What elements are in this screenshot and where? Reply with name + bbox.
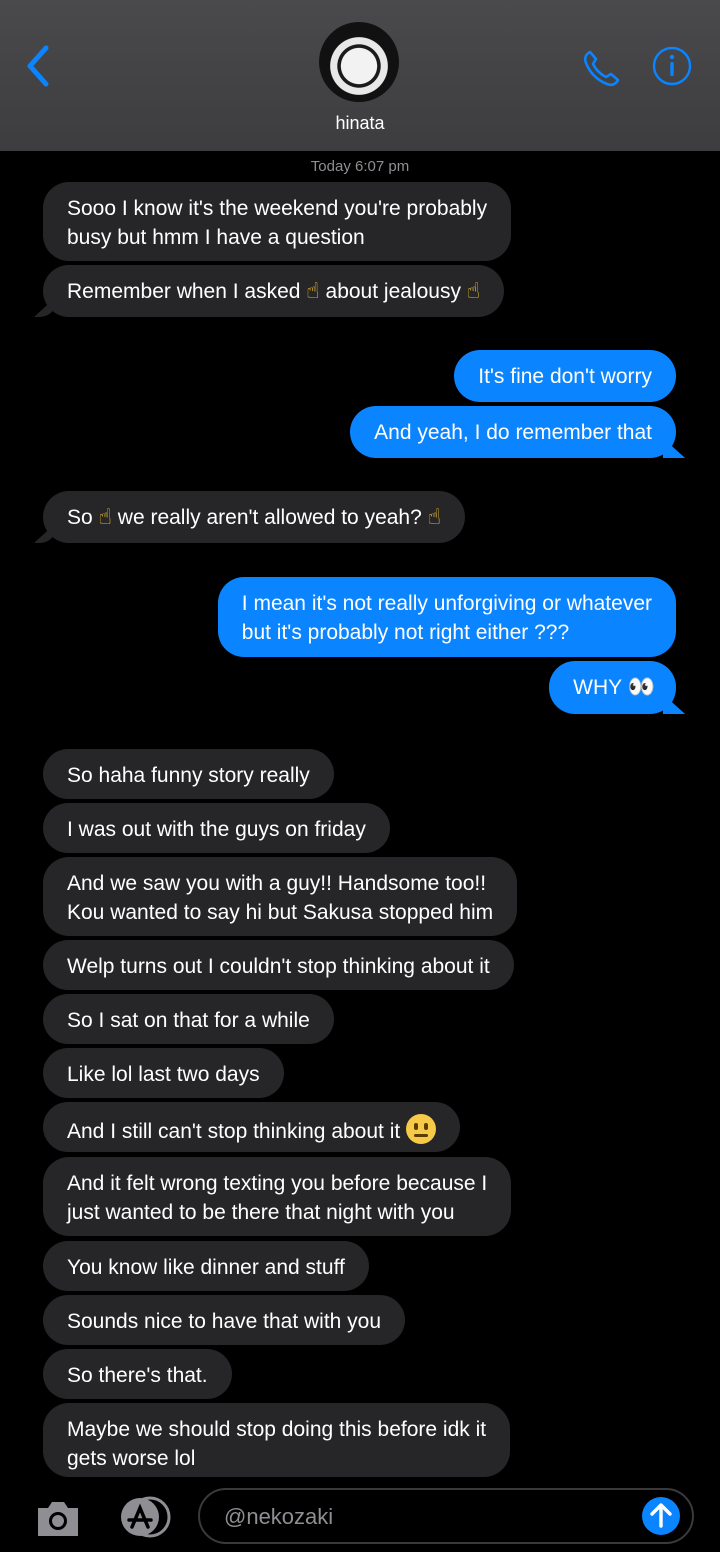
timestamp: Today 6:07 pm (310, 158, 410, 175)
message-text: Kou wanted to say hi but Sakusa stopped … (67, 901, 494, 924)
eyes-emoji: 👀 (627, 675, 655, 700)
send-arrow-icon[interactable] (642, 1497, 680, 1535)
incoming-message[interactable]: Sooo I know it's the weekend you're prob… (43, 182, 512, 261)
camera-icon[interactable] (34, 1498, 82, 1540)
message-text: gets worse lol (67, 1447, 196, 1470)
message-text: It's fine don't worry (478, 365, 652, 388)
pointing-up-emoji: ☝ (98, 505, 112, 530)
message-text: Like lol last two days (67, 1063, 260, 1086)
incoming-message[interactable]: So ☝ we really aren't allowed to yeah? ☝ (43, 491, 466, 543)
message-text: So I sat on that for a while (67, 1009, 310, 1032)
message-text: but it's probably not right either ??? (241, 621, 570, 644)
pointing-up-emoji: ☝ (306, 279, 320, 304)
incoming-message[interactable]: Maybe we should stop doing this before i… (43, 1403, 511, 1477)
message-text: And it felt wrong texting you before bec… (67, 1172, 488, 1195)
incoming-message[interactable]: I was out with the guys on friday (43, 803, 390, 853)
message-text: And we saw you with a guy!! Handsome too… (67, 872, 487, 895)
outgoing-message[interactable]: I mean it's not really unforgiving or wh… (217, 577, 676, 657)
incoming-message[interactable]: Welp turns out I couldn't stop thinking … (43, 940, 514, 990)
avatar[interactable] (319, 22, 399, 102)
message-input-text: @nekozaki (224, 1504, 334, 1529)
message-text: I was out with the guys on friday (67, 818, 366, 841)
message-text: And yeah, I do remember that (374, 421, 652, 444)
chat-header: hinata (0, 0, 720, 151)
incoming-message[interactable]: So there's that. (43, 1349, 232, 1399)
pointing-up-emoji: ☝ (466, 279, 481, 304)
neutral-face-emoji (406, 1114, 437, 1144)
message-text: busy but hmm I have a question (67, 226, 365, 249)
message-composer: @nekozaki (0, 1478, 720, 1552)
message-text: So (67, 506, 99, 529)
message-text: I mean it's not really unforgiving or wh… (241, 592, 652, 615)
incoming-message[interactable]: Sounds nice to have that with you (43, 1295, 406, 1345)
message-text: Sounds nice to have that with you (67, 1310, 382, 1333)
message-text: we really aren't allowed to yeah? (111, 506, 428, 529)
incoming-message[interactable]: So I sat on that for a while (43, 994, 334, 1044)
message-text: And I still can't stop thinking about it (67, 1120, 407, 1143)
outgoing-message[interactable]: WHY 👀 (549, 661, 676, 714)
phone-icon[interactable] (580, 46, 624, 90)
message-text: just wanted to be there that night with … (67, 1201, 455, 1224)
incoming-message[interactable]: And we saw you with a guy!! Handsome too… (43, 857, 518, 936)
message-text: WHY (573, 676, 628, 699)
message-text: So haha funny story really (67, 764, 310, 787)
message-text: You know like dinner and stuff (67, 1256, 345, 1279)
message-text: Remember when I asked (67, 280, 307, 303)
outgoing-message[interactable]: It's fine don't worry (454, 350, 676, 402)
incoming-message[interactable]: You know like dinner and stuff (43, 1241, 369, 1291)
message-text: So there's that. (67, 1364, 208, 1387)
message-text: about jealousy (319, 280, 467, 303)
message-text: Maybe we should stop doing this before i… (67, 1418, 487, 1441)
incoming-message[interactable]: And I still can't stop thinking about it (43, 1102, 461, 1152)
incoming-message[interactable]: So haha funny story really (43, 749, 334, 799)
back-chevron-icon[interactable] (22, 44, 56, 88)
contact-name[interactable]: hinata (0, 113, 720, 134)
outgoing-message[interactable]: And yeah, I do remember that (350, 406, 676, 458)
incoming-message[interactable]: And it felt wrong texting you before bec… (43, 1157, 512, 1236)
app-store-icon[interactable] (114, 1496, 172, 1538)
info-icon[interactable] (652, 46, 692, 86)
message-input[interactable]: @nekozaki (198, 1488, 694, 1544)
pointing-up-emoji: ☝ (427, 505, 442, 530)
message-text: Sooo I know it's the weekend you're prob… (67, 197, 488, 220)
message-text: Welp turns out I couldn't stop thinking … (67, 955, 490, 978)
incoming-message[interactable]: Remember when I asked ☝ about jealousy ☝ (43, 265, 505, 317)
incoming-message[interactable]: Like lol last two days (43, 1048, 284, 1098)
